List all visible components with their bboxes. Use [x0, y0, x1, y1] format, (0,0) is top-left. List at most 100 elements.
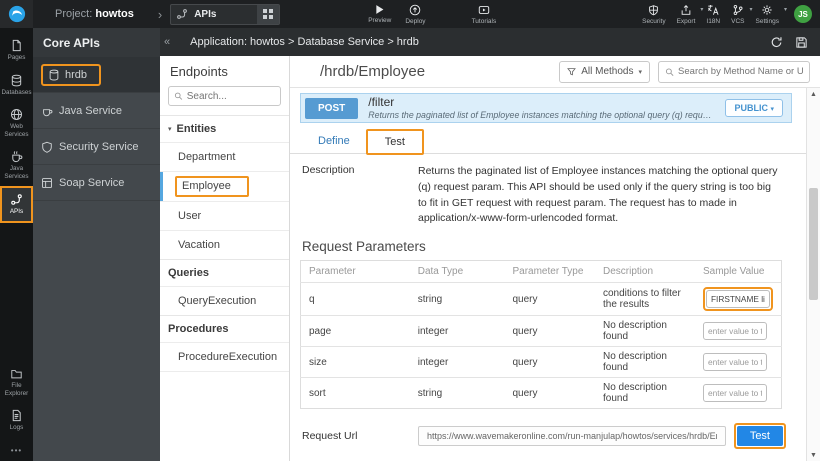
- endpoints-search-input[interactable]: [187, 91, 275, 102]
- api-icon: [176, 8, 188, 20]
- method-search-input[interactable]: [678, 66, 803, 77]
- visibility-dropdown[interactable]: PUBLIC ▾: [725, 99, 783, 117]
- settings-button[interactable]: Settings ▾: [756, 4, 780, 25]
- sample-value-wrap: [703, 353, 767, 371]
- endpoint-item-user[interactable]: User: [160, 201, 289, 230]
- api-tabs: Define Test: [290, 127, 806, 154]
- scroll-up-icon[interactable]: ▲: [807, 88, 820, 100]
- deploy-icon: [409, 4, 421, 16]
- column-header: Data Type: [410, 261, 505, 283]
- scroll-down-icon[interactable]: ▼: [807, 449, 820, 461]
- tab-test[interactable]: Test: [366, 129, 424, 155]
- api-card-post-filter[interactable]: POST /filter Returns the paginated list …: [300, 93, 792, 123]
- param-cell-data_type: integer: [410, 347, 505, 378]
- endpoints-group-queries[interactable]: Queries: [160, 259, 289, 286]
- param-row-q: qstringqueryconditions to filter the res…: [301, 283, 782, 316]
- param-cell-parameter_type: query: [504, 283, 595, 316]
- sidebar-item-apis[interactable]: APIs: [0, 186, 33, 223]
- endpoint-item-procedureexecution[interactable]: ProcedureExecution: [160, 342, 289, 372]
- topbar-actions-left: Preview Deploy: [368, 4, 425, 25]
- param-cell-data_type: string: [410, 378, 505, 409]
- column-header: Sample Value: [695, 261, 782, 283]
- endpoint-item-department[interactable]: Department: [160, 142, 289, 171]
- sidebar-item-pages[interactable]: Pages: [0, 33, 33, 68]
- core-api-item-soap-service[interactable]: Soap Service: [33, 165, 160, 201]
- api-path: /filter: [368, 96, 715, 110]
- endpoint-item-queryexecution[interactable]: QueryExecution: [160, 286, 289, 315]
- breadcrumb: Application: howtos > Database Service >…: [190, 36, 419, 48]
- folder-icon: [10, 368, 23, 380]
- sidebar-item-java-services[interactable]: Java Services: [0, 144, 33, 186]
- globe-icon: [10, 108, 23, 121]
- chevron-right-icon: ›: [158, 7, 162, 22]
- request-url-row: Request Url Test: [290, 423, 806, 449]
- chevron-down-icon: ▾: [700, 6, 703, 13]
- sidebar-item-databases[interactable]: Databases: [0, 68, 33, 103]
- sample-value-input-page[interactable]: [703, 322, 767, 340]
- endpoints-group-procedures[interactable]: Procedures: [160, 315, 289, 342]
- core-api-item-java-service[interactable]: Java Service: [33, 93, 160, 129]
- description-text: Returns the paginated list of Employee i…: [418, 164, 806, 227]
- core-apis-panel: Core APIs hrdb Java Service Security Ser…: [33, 28, 160, 461]
- param-cell-description: conditions to filter the results: [595, 283, 695, 316]
- wavemaker-logo[interactable]: [0, 0, 33, 28]
- param-row-page: pageintegerqueryNo description found: [301, 316, 782, 347]
- vcs-button[interactable]: VCS ▾: [731, 4, 744, 25]
- save-icon[interactable]: [795, 36, 808, 49]
- content-scrollbar-thumb[interactable]: [809, 188, 818, 300]
- request-parameters-table: Parameter Data Type Parameter Type Descr…: [300, 260, 782, 409]
- content-header: /hrdb/Employee All Methods ▾: [290, 56, 820, 88]
- request-url-input[interactable]: [418, 426, 726, 446]
- wavemaker-logo-icon: [8, 5, 26, 23]
- methods-filter-dropdown[interactable]: All Methods ▾: [559, 61, 650, 83]
- user-avatar[interactable]: JS: [794, 5, 812, 23]
- i18n-button[interactable]: I18N: [706, 4, 720, 25]
- grid-view-icon[interactable]: [257, 5, 279, 24]
- tab-apis[interactable]: APIs: [170, 4, 280, 25]
- collapse-panel-icon[interactable]: «: [160, 36, 176, 48]
- table-header-row: Parameter Data Type Parameter Type Descr…: [301, 261, 782, 283]
- endpoints-group-entities[interactable]: ▾ Entities: [160, 115, 289, 142]
- sample-value-input-size[interactable]: [703, 353, 767, 371]
- core-api-item-hrdb[interactable]: hrdb: [33, 57, 160, 93]
- sample-value-wrap: [703, 384, 767, 402]
- sample-value-input-sort[interactable]: [703, 384, 767, 402]
- endpoints-search[interactable]: [168, 86, 281, 106]
- method-search[interactable]: [658, 61, 810, 83]
- tab-apis-label: APIs: [194, 9, 257, 20]
- sidebar-item-file-explorer[interactable]: File Explorer: [0, 362, 33, 403]
- selected-indicator-bar: [160, 172, 163, 201]
- sidebar-item-web-services[interactable]: Web Services: [0, 102, 33, 144]
- param-cell-description: No description found: [595, 347, 695, 378]
- request-parameters-heading: Request Parameters: [302, 239, 806, 254]
- sample-value-input-q[interactable]: [706, 290, 770, 308]
- export-button[interactable]: Export ▾: [677, 4, 696, 25]
- soap-icon: [41, 177, 53, 189]
- security-button[interactable]: Security: [642, 4, 665, 25]
- sidebar-item-logs[interactable]: Logs: [0, 403, 33, 438]
- endpoint-item-employee[interactable]: Employee: [160, 171, 289, 201]
- content-scrollbar[interactable]: ▲ ▼: [806, 88, 820, 461]
- endpoint-item-vacation[interactable]: Vacation: [160, 230, 289, 259]
- translate-icon: [707, 4, 719, 16]
- refresh-icon[interactable]: [770, 36, 783, 49]
- sample-value-wrap: [703, 322, 767, 340]
- param-cell-parameter: page: [301, 316, 410, 347]
- tab-define[interactable]: Define: [302, 129, 366, 153]
- page-title: /hrdb/Employee: [320, 63, 425, 80]
- preview-button[interactable]: Preview: [368, 4, 391, 25]
- core-api-item-security-service[interactable]: Security Service: [33, 129, 160, 165]
- param-cell-parameter: size: [301, 347, 410, 378]
- more-options-icon[interactable]: •••: [0, 438, 33, 461]
- deploy-button[interactable]: Deploy: [405, 4, 425, 25]
- param-row-sort: sortstringqueryNo description found: [301, 378, 782, 409]
- test-button[interactable]: Test: [737, 426, 783, 446]
- content: /hrdb/Employee All Methods ▾: [290, 56, 820, 461]
- page-icon: [10, 39, 23, 52]
- project-name: Project: howtos: [55, 8, 134, 20]
- tutorials-button[interactable]: Tutorials: [472, 4, 497, 25]
- shield-icon: [41, 141, 53, 153]
- param-cell-parameter_type: query: [504, 316, 595, 347]
- chevron-down-icon: ▾: [638, 68, 642, 76]
- topbar: Project: howtos › APIs Preview Deploy Tu…: [0, 0, 820, 28]
